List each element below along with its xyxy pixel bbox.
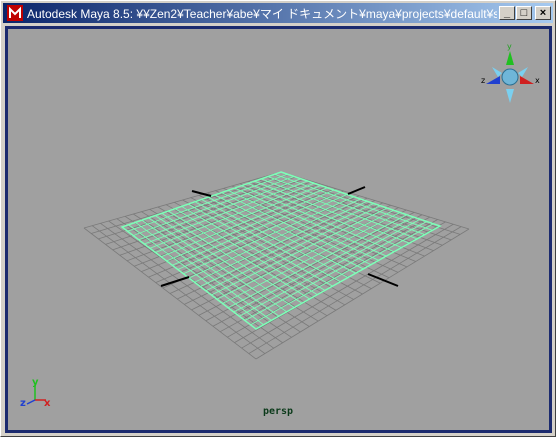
camera-name-label: persp [262,406,294,417]
plane-edge [194,200,368,283]
neg-x-cone-icon [492,67,502,77]
axis-x-label: x [44,398,51,409]
ground-grid [83,171,470,360]
grid-line [241,223,454,349]
y-cone-icon [506,51,514,65]
neg-y-cone-icon [506,89,514,103]
plane-edge [280,171,441,227]
perspective-viewport[interactable]: y z x y x z persp [8,29,549,430]
compass-x-label: x [535,76,540,85]
axis-indicator: y x z [20,377,51,409]
compass-z-label: z [481,76,485,85]
window-title: Autodesk Maya 8.5: ¥¥Zen2¥Teacher¥abe¥マイ… [27,7,497,21]
close-button[interactable]: × [535,6,551,20]
axis-y-label: y [32,377,39,388]
view-compass[interactable]: y z x [481,42,540,103]
minimize-button[interactable]: _ [499,6,515,20]
x-cone-icon [520,76,534,84]
maximize-button[interactable]: □ [516,6,532,20]
maya-window: Autodesk Maya 8.5: ¥¥Zen2¥Teacher¥abe¥マイ… [0,0,556,437]
maya-app-icon[interactable] [7,5,23,21]
compass-y-label: y [507,42,512,51]
title-bar[interactable]: Autodesk Maya 8.5: ¥¥Zen2¥Teacher¥abe¥マイ… [3,3,553,23]
axis-z-label: z [20,398,26,409]
neg-z-cone-icon [518,67,528,77]
viewport-panel[interactable]: y z x y x z persp [5,26,552,433]
z-cone-icon [486,76,500,84]
scene-canvas[interactable]: y z x y x z [8,29,549,430]
